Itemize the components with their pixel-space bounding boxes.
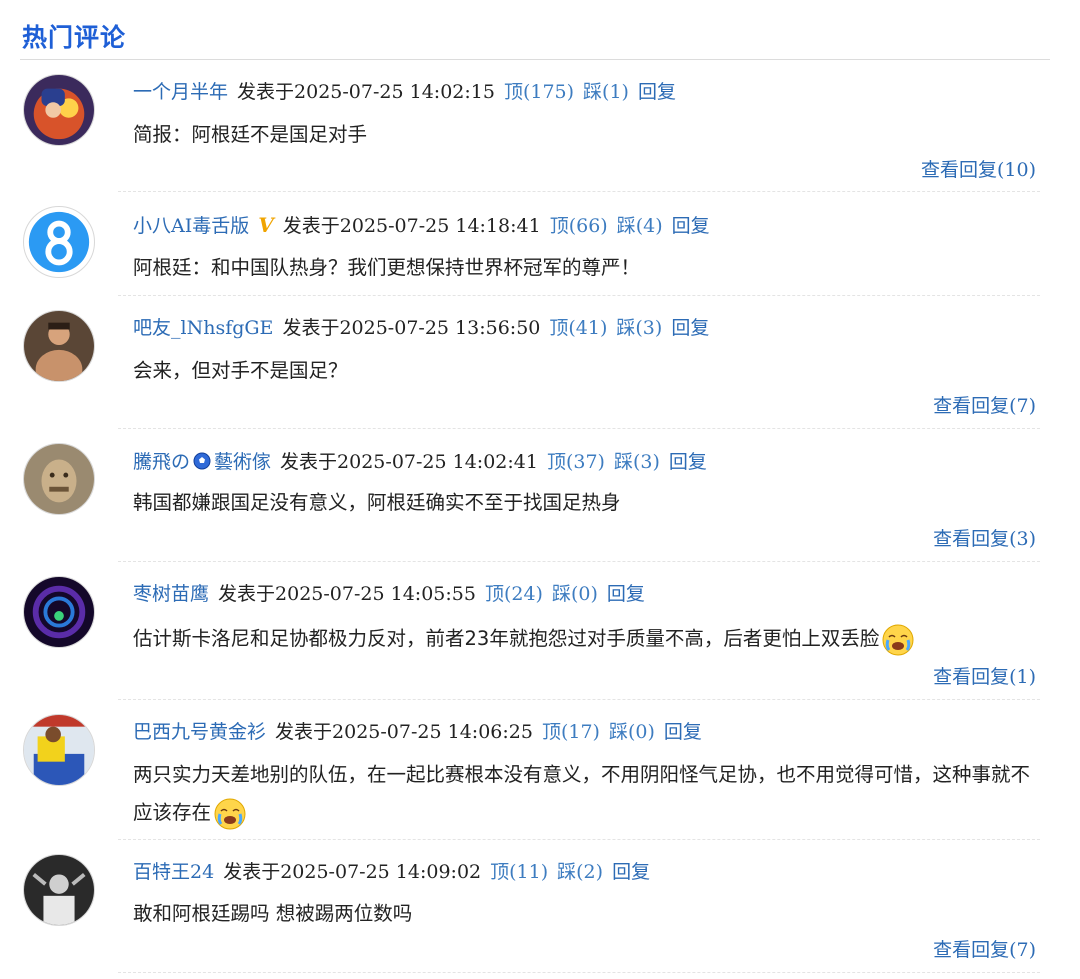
vip-badge-icon: V — [258, 213, 274, 237]
avatar[interactable] — [23, 714, 95, 786]
posted-prefix: 发表于 — [282, 317, 340, 339]
reply-button[interactable]: 回复 — [612, 861, 650, 883]
timestamp: 2025-07-25 14:02:15 — [294, 81, 495, 103]
username-part: 藝術傢 — [214, 451, 272, 473]
username-link[interactable]: 巴西九号黄金衫 — [133, 721, 266, 743]
section-title: 热门评论 — [22, 23, 127, 52]
username-part: 騰飛の — [133, 451, 191, 473]
posted-time: 发表于2025-07-25 14:06:25 — [275, 721, 533, 743]
comment-divider — [118, 295, 1040, 296]
comment-text: 韩国都嫌跟国足没有意义，阿根廷确实不至于找国足热身 — [133, 491, 621, 514]
upvote-button[interactable]: 顶(41) — [549, 317, 607, 339]
comment-text: 会来，但对手不是国足？ — [133, 359, 348, 382]
comment-text: 敢和阿根廷踢吗 想被踢两位数吗 — [133, 902, 413, 925]
comment-meta: 枣树苗鹰 发表于2025-07-25 14:05:55 顶(24) 踩(0) 回复 — [133, 582, 654, 606]
comment-text: 两只实力天差地别的队伍，在一起比赛根本没有意义，不用阴阳怪气足协，也不用觉得可惜… — [133, 756, 1043, 832]
crying-emoji-icon — [213, 797, 247, 831]
posted-prefix: 发表于 — [218, 583, 276, 605]
reply-button[interactable]: 回复 — [638, 81, 676, 103]
username-link[interactable]: 百特王24 — [133, 861, 214, 883]
timestamp: 2025-07-25 13:56:50 — [339, 317, 541, 339]
comment-text: 估计斯卡洛尼和足协都极力反对，前者23年就抱怨过对手质量不高，后者更怕上双丢脸 — [133, 620, 1043, 658]
crying-emoji-icon — [881, 623, 915, 657]
downvote-button[interactable]: 踩(1) — [583, 81, 629, 103]
avatar[interactable] — [23, 576, 95, 648]
posted-time: 发表于2025-07-25 14:09:02 — [223, 861, 481, 883]
posted-time: 发表于2025-07-25 14:02:41 — [280, 451, 538, 473]
posted-prefix: 发表于 — [275, 721, 333, 743]
username-link[interactable]: 吧友_lNhsfgGE — [133, 317, 273, 339]
comment-meta: 小八AI毒舌版 V 发表于2025-07-25 14:18:41 顶(66) 踩(4) 回… — [133, 213, 719, 237]
downvote-button[interactable]: 踩(3) — [616, 317, 662, 339]
posted-time: 发表于2025-07-25 14:05:55 — [218, 583, 476, 605]
upvote-button[interactable]: 顶(66) — [550, 215, 608, 237]
comment-meta: 百特王24 发表于2025-07-25 14:09:02 顶(11) 踩(2) 回复 — [133, 860, 659, 884]
view-replies-link[interactable]: 查看回复(10) — [921, 158, 1036, 182]
reply-button[interactable]: 回复 — [672, 215, 710, 237]
timestamp: 2025-07-25 14:09:02 — [280, 861, 482, 883]
reply-button[interactable]: 回复 — [671, 317, 709, 339]
view-replies-link[interactable]: 查看回复(1) — [933, 665, 1036, 689]
avatar[interactable] — [23, 854, 95, 926]
upvote-button[interactable]: 顶(11) — [490, 861, 548, 883]
posted-prefix: 发表于 — [223, 861, 281, 883]
reply-button[interactable]: 回复 — [669, 451, 707, 473]
comment-text: 阿根廷：和中国队热身？我们更想保持世界杯冠军的尊严！ — [133, 256, 641, 279]
username-link[interactable]: 枣树苗鹰 — [133, 583, 209, 605]
reply-button[interactable]: 回复 — [607, 583, 645, 605]
timestamp: 2025-07-25 14:02:41 — [337, 451, 538, 473]
downvote-button[interactable]: 踩(4) — [617, 215, 663, 237]
soccer-ball-icon — [193, 452, 211, 470]
comment-meta: 一个月半年 发表于2025-07-25 14:02:15 顶(175) 踩(1) 回复 — [133, 80, 685, 104]
timestamp: 2025-07-25 14:18:41 — [339, 215, 541, 237]
comment-divider — [118, 972, 1040, 973]
comment-text-content: 两只实力天差地别的队伍，在一起比赛根本没有意义，不用阴阳怪气足协，也不用觉得可惜… — [133, 763, 1031, 824]
posted-time: 发表于2025-07-25 13:56:50 — [282, 317, 540, 339]
view-replies-link[interactable]: 查看回复(7) — [933, 938, 1036, 962]
downvote-button[interactable]: 踩(2) — [557, 861, 603, 883]
upvote-button[interactable]: 顶(17) — [542, 721, 600, 743]
downvote-button[interactable]: 踩(0) — [609, 721, 655, 743]
comment-divider — [118, 839, 1040, 840]
upvote-button[interactable]: 顶(175) — [504, 81, 574, 103]
upvote-button[interactable]: 顶(37) — [547, 451, 605, 473]
username-link[interactable]: 小八AI毒舌版 — [133, 215, 249, 237]
comment-divider — [118, 191, 1040, 192]
downvote-button[interactable]: 踩(0) — [552, 583, 598, 605]
comment-divider — [118, 561, 1040, 562]
comment-text: 简报：阿根廷不是国足对手 — [133, 123, 368, 146]
view-replies-link[interactable]: 查看回复(7) — [933, 394, 1036, 418]
timestamp: 2025-07-25 14:05:55 — [275, 583, 476, 605]
comment-divider — [118, 428, 1040, 429]
timestamp: 2025-07-25 14:06:25 — [332, 721, 533, 743]
posted-prefix: 发表于 — [282, 215, 340, 237]
posted-time: 发表于2025-07-25 14:18:41 — [283, 215, 541, 237]
avatar[interactable] — [23, 310, 95, 382]
avatar[interactable] — [23, 206, 95, 278]
downvote-button[interactable]: 踩(3) — [614, 451, 660, 473]
upvote-button[interactable]: 顶(24) — [485, 583, 543, 605]
username-link[interactable]: 一个月半年 — [133, 81, 228, 103]
reply-button[interactable]: 回复 — [664, 721, 702, 743]
comment-text-content: 估计斯卡洛尼和足协都极力反对，前者23年就抱怨过对手质量不高，后者更怕上双丢脸 — [133, 627, 880, 650]
avatar[interactable] — [23, 443, 95, 515]
title-divider — [20, 59, 1050, 60]
comment-meta: 騰飛の 藝術傢 发表于2025-07-25 14:02:41 顶(37) 踩(3) 回复 — [133, 450, 716, 474]
posted-prefix: 发表于 — [280, 451, 338, 473]
comment-divider — [118, 699, 1040, 700]
posted-time: 发表于2025-07-25 14:02:15 — [237, 81, 495, 103]
posted-prefix: 发表于 — [237, 81, 295, 103]
view-replies-link[interactable]: 查看回复(3) — [933, 527, 1036, 551]
comment-meta: 巴西九号黄金衫 发表于2025-07-25 14:06:25 顶(17) 踩(0) 回复 — [133, 720, 711, 744]
avatar[interactable] — [23, 74, 95, 146]
username-link[interactable]: 騰飛の 藝術傢 — [133, 451, 271, 473]
comment-meta: 吧友_lNhsfgGE 发表于2025-07-25 13:56:50 顶(41) 踩(… — [133, 316, 718, 340]
